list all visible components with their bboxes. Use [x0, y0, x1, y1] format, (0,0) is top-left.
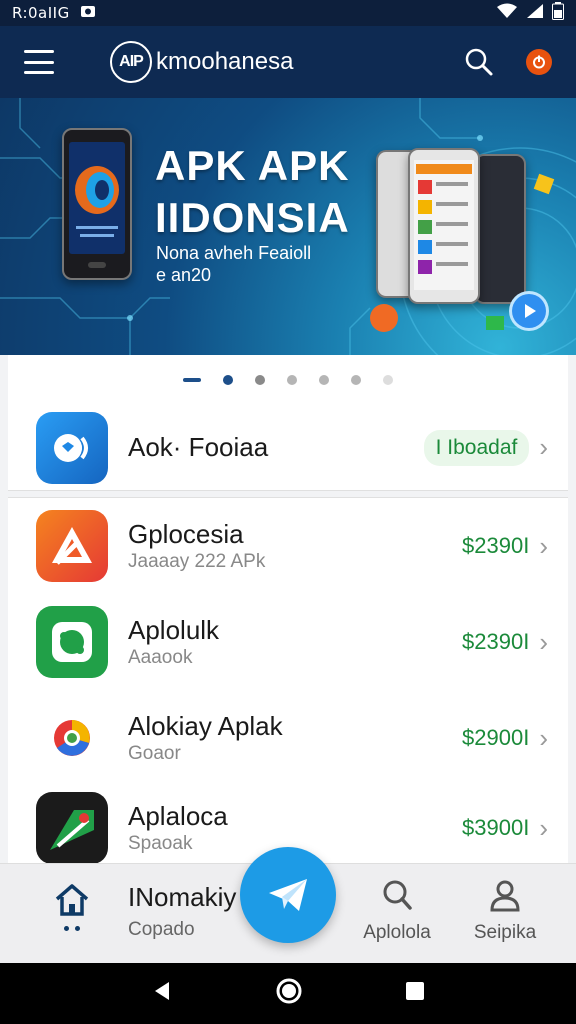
app-list: Gplocesia Jaaaay 222 APk $2390I › Aplolu… — [8, 497, 568, 863]
download-button[interactable]: I Iboadaf — [423, 429, 530, 466]
app-price: $3900I — [462, 815, 530, 840]
nav-home-label[interactable]: INomakiy Copado — [128, 882, 236, 941]
banner-title: APK APK IIDONSIA — [155, 142, 350, 241]
menu-button[interactable] — [24, 50, 54, 74]
status-time: R:0aIIG — [12, 4, 70, 22]
app-icon-chrome-like — [36, 702, 108, 774]
featured-title: Aok· Fooiaa — [128, 432, 269, 462]
phone-illustration-left — [62, 128, 132, 280]
recents-icon[interactable] — [405, 981, 425, 1006]
brand-name: kmoohanesa — [156, 48, 294, 75]
decor-orange-circle — [370, 304, 398, 332]
brand-logo: AIP — [110, 41, 152, 83]
chevron-right-icon: › — [539, 530, 548, 561]
chevron-right-icon: › — [539, 432, 548, 462]
app-icon-green-blob — [36, 606, 108, 678]
play-icon — [512, 294, 546, 328]
hero-banner[interactable]: APK APK IIDONSIA Nona avheh Feaioll e an… — [0, 98, 576, 355]
app-price: $2900I — [462, 725, 530, 750]
app-name: Alokiay Aplak — [128, 711, 283, 741]
carousel-dot[interactable] — [287, 375, 297, 385]
home-icon — [55, 884, 89, 916]
list-item[interactable]: Alokiay Aplak Goaor $2900I › — [8, 690, 568, 786]
app-name: Aplaloca — [128, 801, 228, 831]
nav-profile[interactable]: Seipika — [470, 878, 540, 944]
status-bar: R:0aIIG — [0, 0, 576, 26]
carousel-dot[interactable] — [183, 378, 201, 382]
nav-profile-label: Seipika — [473, 922, 537, 943]
app-price: $2390I — [462, 533, 530, 558]
carousel-dot[interactable] — [383, 375, 393, 385]
app-icon-rocket — [36, 792, 108, 863]
app-name: Gplocesia — [128, 519, 244, 549]
list-item[interactable]: Gplocesia Jaaaay 222 APk $2390I › — [8, 498, 568, 594]
app-subtitle: Jaaaay 222 APk — [128, 551, 266, 572]
brand[interactable]: AIP kmoohanesa — [110, 41, 293, 83]
back-icon[interactable] — [151, 980, 173, 1007]
nav-apps[interactable]: Aplolola — [362, 878, 432, 944]
app-bar: AIP kmoohanesa — [0, 26, 576, 98]
notification-icon — [80, 4, 96, 22]
home-circle-icon[interactable] — [275, 977, 303, 1010]
carousel-dot[interactable] — [255, 375, 265, 385]
banner-subtitle: Nona avheh Feaioll e an20 — [156, 243, 312, 285]
search-icon[interactable] — [464, 47, 494, 77]
signal-icon — [526, 3, 544, 23]
carousel-dot-active[interactable] — [223, 375, 233, 385]
nav-home[interactable] — [52, 882, 92, 931]
carousel-dot[interactable] — [319, 375, 329, 385]
app-price: $2390I — [462, 629, 530, 654]
phone-illustration-dark — [474, 154, 526, 304]
app-subtitle: Goaor — [128, 743, 181, 764]
app-name: Aplolulk — [128, 615, 220, 645]
app-subtitle: Aaaook — [128, 647, 193, 668]
paper-plane-icon — [269, 879, 307, 911]
chevron-right-icon: › — [539, 626, 548, 657]
featured-row[interactable]: Aok· Fooiaa I Iboadaf › — [8, 405, 568, 491]
carousel-indicator[interactable] — [8, 355, 568, 405]
nav-apps-label: Aplolola — [363, 922, 431, 943]
featured-app-icon — [36, 411, 108, 484]
wifi-icon — [496, 3, 518, 23]
chevron-right-icon: › — [539, 722, 548, 753]
chevron-right-icon: › — [539, 812, 548, 843]
battery-icon — [552, 2, 564, 24]
profile-icon — [490, 880, 520, 912]
app-subtitle: Spaoak — [128, 833, 193, 854]
carousel-dot[interactable] — [351, 375, 361, 385]
send-fab[interactable] — [240, 847, 336, 943]
app-icon-triangle — [36, 510, 108, 582]
power-icon[interactable] — [526, 49, 552, 75]
list-item[interactable]: Aplolulk Aaaook $2390I › — [8, 594, 568, 690]
search-icon — [383, 880, 412, 910]
phone-illustration-right — [408, 148, 480, 304]
system-nav-bar — [0, 963, 576, 1024]
decor-green-square — [486, 316, 504, 330]
